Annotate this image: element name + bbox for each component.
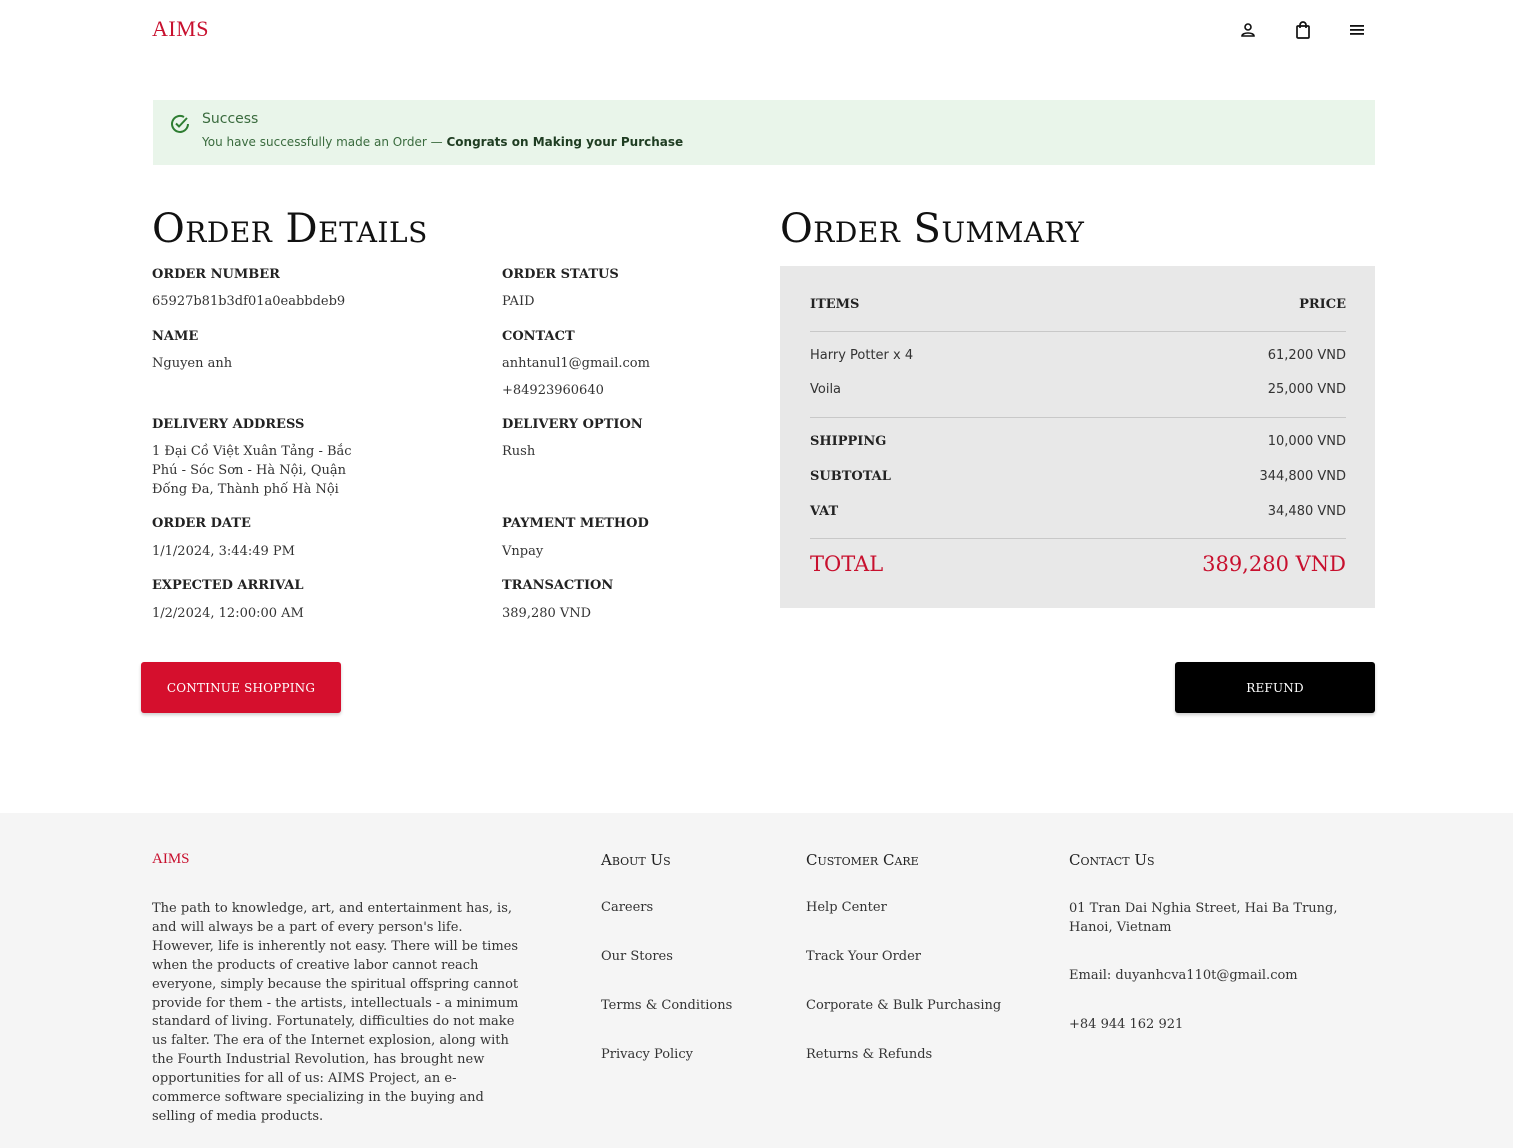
transaction-label: TRANSACTION <box>502 578 614 593</box>
footer-email: Email: duyanhcva110t@gmail.com <box>1069 968 1298 983</box>
payment-method-value: Vnpay <box>502 544 544 559</box>
continue-shopping-button[interactable]: CONTINUE SHOPPING <box>141 662 341 713</box>
vat-label: VAT <box>810 504 839 519</box>
menu-icon[interactable] <box>1345 18 1369 42</box>
price-header: PRICE <box>1299 297 1346 312</box>
footer-logo[interactable]: AIMS <box>152 851 190 868</box>
delivery-option-value: Rush <box>502 444 536 459</box>
success-alert: Success You have successfully made an Or… <box>153 100 1375 165</box>
order-date-label: ORDER DATE <box>152 516 251 531</box>
item-price: 61,200 VND <box>1267 348 1346 363</box>
vat-value: 34,480 VND <box>1267 504 1346 519</box>
item-name: Harry Potter x 4 <box>810 348 914 363</box>
total-row: TOTAL 389,280 VND <box>810 552 1346 576</box>
item-name: Voila <box>810 382 842 397</box>
payment-method-label: PAYMENT METHOD <box>502 516 649 531</box>
item-price: 25,000 VND <box>1267 382 1346 397</box>
order-date-value: 1/1/2024, 3:44:49 PM <box>152 544 295 559</box>
customer-care-heading: Customer Care <box>806 851 919 869</box>
divider <box>810 331 1346 332</box>
order-summary-title: Order Summary <box>780 206 1085 252</box>
footer-phone: +84 944 162 921 <box>1069 1017 1184 1032</box>
shopping-bag-icon[interactable] <box>1291 18 1315 42</box>
footer-link-help-center[interactable]: Help Center <box>806 900 887 915</box>
delivery-address-label: DELIVERY ADDRESS <box>152 417 305 432</box>
name-label: NAME <box>152 329 199 344</box>
delivery-address-line-2: Phú - Sóc Sơn - Hà Nội, Quận <box>152 463 347 478</box>
divider <box>810 538 1346 539</box>
summary-item-row: Voila 25,000 VND <box>810 382 1346 397</box>
contact-phone: +84923960640 <box>502 383 604 398</box>
alert-emphasis: Congrats on Making your Purchase <box>446 135 684 149</box>
items-header: ITEMS <box>810 297 860 312</box>
site-footer: AIMS The path to knowledge, art, and ent… <box>0 813 1513 1148</box>
delivery-option-label: DELIVERY OPTION <box>502 417 643 432</box>
contact-label: CONTACT <box>502 329 575 344</box>
order-number-value: 65927b81b3df01a0eabbdeb9 <box>152 294 346 309</box>
vat-row: VAT 34,480 VND <box>810 504 1346 519</box>
footer-link-careers[interactable]: Careers <box>601 900 653 915</box>
footer-link-track-order[interactable]: Track Your Order <box>806 949 921 964</box>
user-icon[interactable] <box>1236 18 1260 42</box>
footer-link-our-stores[interactable]: Our Stores <box>601 949 673 964</box>
order-status-label: ORDER STATUS <box>502 267 619 282</box>
name-value: Nguyen anh <box>152 356 233 371</box>
contact-email: anhtanul1@gmail.com <box>502 356 650 371</box>
subtotal-row: SUBTOTAL 344,800 VND <box>810 469 1346 484</box>
order-number-label: ORDER NUMBER <box>152 267 280 282</box>
footer-address: 01 Tran Dai Nghia Street, Hai Ba Trung, … <box>1069 901 1338 935</box>
footer-description: The path to knowledge, art, and entertai… <box>152 901 519 1124</box>
order-status-value: PAID <box>502 294 535 309</box>
footer-link-privacy[interactable]: Privacy Policy <box>601 1047 693 1062</box>
contact-us-heading: Contact Us <box>1069 851 1155 869</box>
alert-message: You have successfully made an Order — Co… <box>202 135 684 149</box>
transaction-value: 389,280 VND <box>502 606 592 621</box>
footer-link-terms[interactable]: Terms & Conditions <box>601 998 732 1013</box>
refund-button[interactable]: REFUND <box>1175 662 1375 713</box>
alert-title: Success <box>202 111 259 127</box>
order-summary-panel: ITEMS PRICE Harry Potter x 4 61,200 VND … <box>780 266 1375 608</box>
delivery-address-line-3: Đống Đa, Thành phố Hà Nội <box>152 482 339 497</box>
shipping-row: SHIPPING 10,000 VND <box>810 434 1346 449</box>
footer-link-returns[interactable]: Returns & Refunds <box>806 1047 932 1062</box>
total-value: 389,280 VND <box>1202 552 1346 576</box>
site-header: AIMS <box>0 0 1513 60</box>
shipping-label: SHIPPING <box>810 434 887 449</box>
expected-arrival-label: EXPECTED ARRIVAL <box>152 578 304 593</box>
order-details-title: Order Details <box>152 206 428 252</box>
footer-link-bulk-purchasing[interactable]: Corporate & Bulk Purchasing <box>806 998 1001 1013</box>
shipping-value: 10,000 VND <box>1267 434 1346 449</box>
summary-header-row: ITEMS PRICE <box>810 297 1346 312</box>
check-circle-icon <box>169 113 191 135</box>
expected-arrival-value: 1/2/2024, 12:00:00 AM <box>152 606 304 621</box>
about-us-heading: About Us <box>601 851 671 869</box>
site-logo[interactable]: AIMS <box>152 16 209 42</box>
summary-item-row: Harry Potter x 4 61,200 VND <box>810 348 1346 363</box>
delivery-address-line-1: 1 Đại Cồ Việt Xuân Tảng - Bắc <box>152 444 352 459</box>
subtotal-value: 344,800 VND <box>1259 469 1346 484</box>
subtotal-label: SUBTOTAL <box>810 469 891 484</box>
total-label: TOTAL <box>810 552 884 576</box>
divider <box>810 417 1346 418</box>
